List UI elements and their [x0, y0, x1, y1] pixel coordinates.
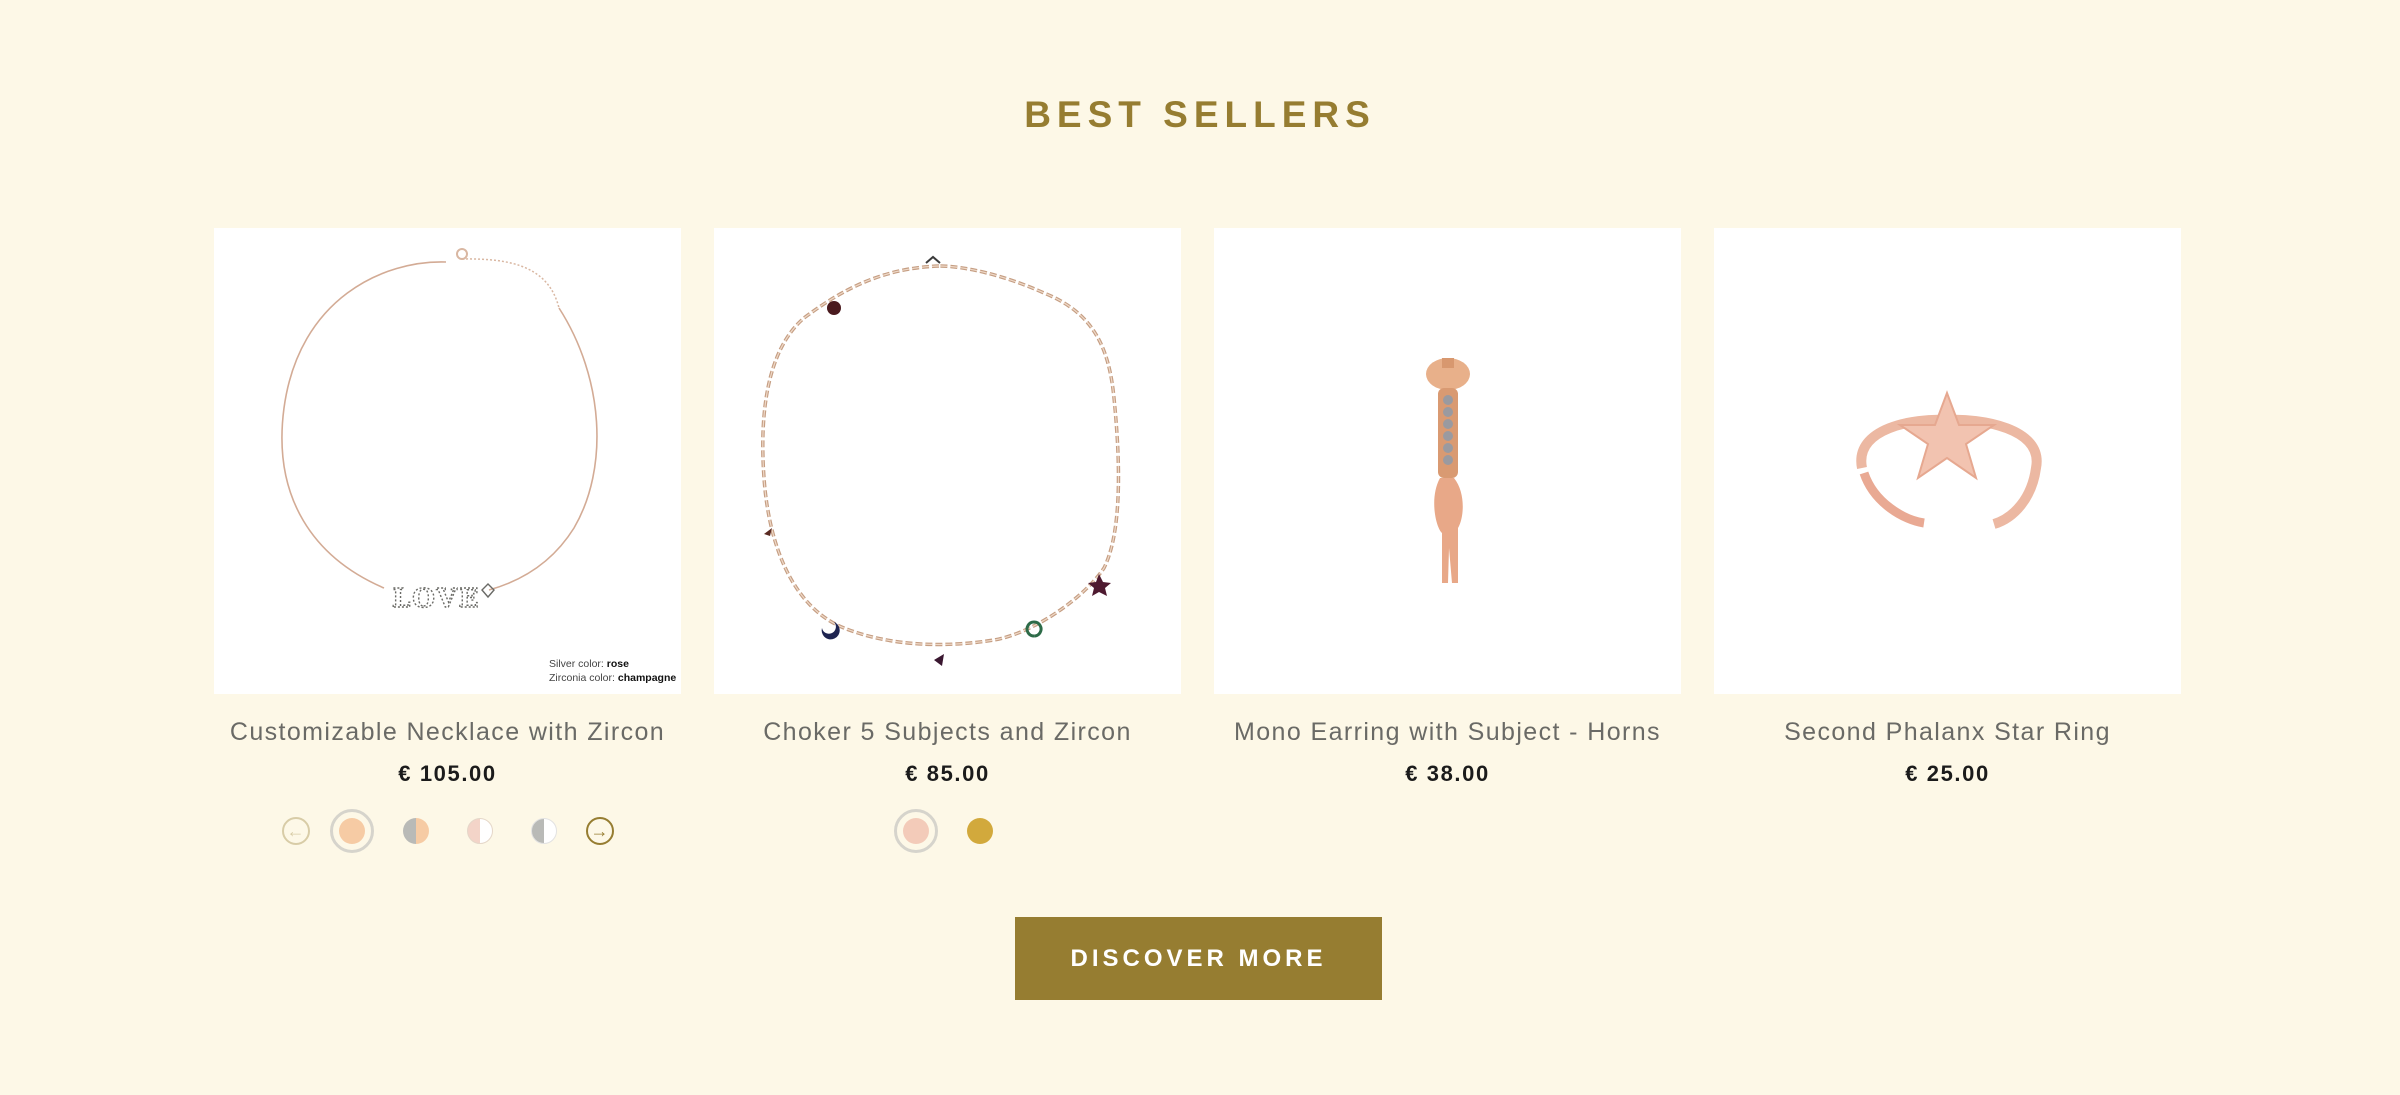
product-card: Mono Earring with Subject - Horns € 38.0…: [1214, 228, 1681, 853]
product-name[interactable]: Second Phalanx Star Ring: [1784, 718, 2111, 747]
color-swatch[interactable]: [893, 809, 938, 853]
product-card: Choker 5 Subjects and Zircon € 85.00: [714, 228, 1181, 853]
product-name[interactable]: Mono Earring with Subject - Horns: [1234, 718, 1661, 747]
product-image-ring[interactable]: [1714, 228, 2181, 694]
color-swatches: ← →: [281, 809, 614, 853]
product-card: LOVE Silver color: rose Zirconia color: …: [214, 228, 681, 853]
color-swatch[interactable]: [522, 809, 566, 853]
product-price: € 105.00: [398, 761, 497, 786]
product-price: € 85.00: [905, 761, 990, 786]
product-price: € 38.00: [1405, 761, 1490, 786]
svg-text:LOVE: LOVE: [392, 584, 480, 614]
product-carousel: LOVE Silver color: rose Zirconia color: …: [214, 228, 2181, 853]
product-image-earring[interactable]: [1214, 228, 1681, 694]
choker-image: [761, 255, 1121, 666]
product-price: € 25.00: [1905, 761, 1990, 786]
image-caption: Silver color: rose Zirconia color: champ…: [549, 658, 677, 684]
product-image-choker[interactable]: [714, 228, 1181, 694]
color-swatch[interactable]: [958, 809, 1002, 853]
earring-image: [1426, 358, 1470, 583]
section-title: BEST SELLERS: [1024, 94, 1376, 135]
product-name[interactable]: Choker 5 Subjects and Zircon: [763, 718, 1132, 747]
arrow-left-circle-icon[interactable]: ←: [281, 817, 310, 845]
discover-more-button[interactable]: DISCOVER MORE: [1015, 917, 1382, 1000]
color-swatch[interactable]: [458, 809, 502, 853]
necklace-image: LOVE: [281, 248, 598, 615]
color-swatch[interactable]: [394, 809, 438, 853]
color-swatch[interactable]: [329, 809, 374, 853]
product-card: Second Phalanx Star Ring € 25.00: [1714, 228, 2181, 853]
product-name[interactable]: Customizable Necklace with Zircon: [230, 718, 665, 747]
color-swatches: [893, 809, 1002, 853]
product-image-necklace[interactable]: LOVE Silver color: rose Zirconia color: …: [214, 228, 681, 694]
ring-image: [1856, 390, 2042, 529]
arrow-right-circle-icon[interactable]: →: [585, 817, 614, 845]
